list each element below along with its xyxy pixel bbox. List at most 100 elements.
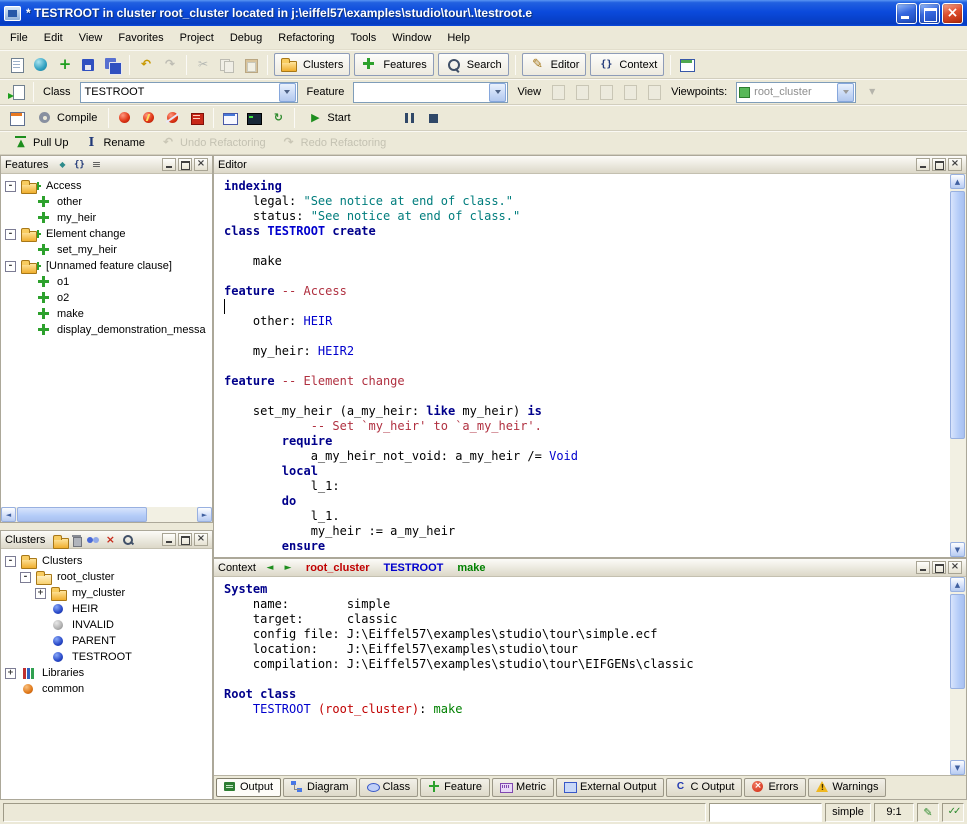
tree-item-access[interactable]: -Access bbox=[1, 178, 212, 194]
tab-diagram[interactable]: Diagram bbox=[283, 778, 357, 797]
class-combo-arrow[interactable] bbox=[279, 83, 296, 102]
menu-favorites[interactable]: Favorites bbox=[110, 28, 171, 48]
pane-minimize-button[interactable] bbox=[916, 158, 930, 171]
class-combo[interactable]: TESTROOT bbox=[80, 82, 298, 103]
collapse-toggle[interactable]: - bbox=[5, 181, 16, 192]
pane-minimize-button[interactable] bbox=[162, 533, 176, 546]
new-editor-button[interactable] bbox=[5, 53, 29, 76]
tree-item-heir[interactable]: HEIR bbox=[1, 601, 212, 617]
scroll-down-button[interactable] bbox=[950, 760, 965, 775]
project-settings-button[interactable] bbox=[5, 107, 29, 130]
menu-window[interactable]: Window bbox=[384, 28, 439, 48]
system-info-button[interactable] bbox=[218, 107, 242, 130]
features-toggle[interactable]: Features bbox=[354, 53, 433, 76]
history-back-button[interactable] bbox=[262, 561, 278, 575]
crumb-testroot[interactable]: TESTROOT bbox=[384, 562, 444, 574]
tree-item-testroot[interactable]: TESTROOT bbox=[1, 649, 212, 665]
editor-body[interactable]: indexing legal: "See notice at end of cl… bbox=[214, 174, 950, 557]
save-button[interactable] bbox=[77, 53, 101, 76]
pane-maximize-button[interactable] bbox=[178, 158, 192, 171]
tree-item-other[interactable]: other bbox=[1, 194, 212, 210]
features-tree[interactable]: -Accessothermy_heir-Element changeset_my… bbox=[1, 174, 212, 507]
pane-maximize-button[interactable] bbox=[178, 533, 192, 546]
pane-maximize-button[interactable] bbox=[932, 158, 946, 171]
menu-tools[interactable]: Tools bbox=[343, 28, 385, 48]
menu-project[interactable]: Project bbox=[172, 28, 222, 48]
scroll-thumb[interactable] bbox=[950, 191, 965, 439]
crumb-make[interactable]: make bbox=[457, 562, 485, 574]
crumb-root-cluster[interactable]: root_cluster bbox=[306, 562, 370, 574]
tree-item-libraries[interactable]: +Libraries bbox=[1, 665, 212, 681]
tab-metric[interactable]: Metric bbox=[492, 778, 554, 797]
undo-button[interactable] bbox=[134, 53, 158, 76]
context-toggle[interactable]: Context bbox=[590, 53, 664, 76]
context-body[interactable]: System name: simple target: classic conf… bbox=[214, 577, 950, 775]
tab-errors[interactable]: Errors bbox=[744, 778, 806, 797]
clusters-toggle[interactable]: Clusters bbox=[274, 53, 350, 76]
tree-item-invalid[interactable]: INVALID bbox=[1, 617, 212, 633]
tree-item-clusters[interactable]: -Clusters bbox=[1, 553, 212, 569]
tree-item-element-change[interactable]: -Element change bbox=[1, 226, 212, 242]
feature-combo[interactable] bbox=[353, 82, 508, 103]
new-class-button[interactable] bbox=[53, 53, 77, 76]
menu-help[interactable]: Help bbox=[439, 28, 478, 48]
stop-button[interactable] bbox=[422, 107, 446, 130]
tree-item-make[interactable]: make bbox=[1, 306, 212, 322]
collapse-toggle[interactable]: - bbox=[5, 229, 16, 240]
feature-combo-arrow[interactable] bbox=[489, 83, 506, 102]
editor-vscrollbar[interactable] bbox=[950, 174, 966, 557]
minimize-button[interactable] bbox=[896, 3, 917, 24]
compile-button[interactable]: Compile bbox=[29, 107, 104, 130]
rename-button[interactable]: Rename bbox=[75, 132, 152, 155]
search-toggle[interactable]: Search bbox=[438, 53, 509, 76]
remove-button[interactable] bbox=[102, 533, 118, 547]
pane-minimize-button[interactable] bbox=[162, 158, 176, 171]
pane-close-button[interactable] bbox=[948, 158, 962, 171]
new-cluster-button[interactable] bbox=[51, 533, 67, 547]
tree-item-common[interactable]: common bbox=[1, 681, 212, 697]
features-hscrollbar[interactable] bbox=[1, 507, 212, 522]
viewpoints-combo[interactable]: root_cluster bbox=[736, 82, 856, 103]
editor-toggle[interactable]: Editor bbox=[522, 53, 587, 76]
external-commands-button[interactable] bbox=[675, 53, 699, 76]
menu-refactoring[interactable]: Refactoring bbox=[270, 28, 342, 48]
tree-item-my-cluster[interactable]: +my_cluster bbox=[1, 585, 212, 601]
close-button[interactable] bbox=[942, 3, 963, 24]
tab-output[interactable]: Output bbox=[216, 778, 281, 797]
expand-toggle[interactable]: + bbox=[5, 668, 16, 679]
tree-item-o1[interactable]: o1 bbox=[1, 274, 212, 290]
classes-button[interactable] bbox=[85, 533, 101, 547]
pull-up-button[interactable]: Pull Up bbox=[5, 132, 75, 155]
open-file-button[interactable] bbox=[29, 53, 53, 76]
pane-minimize-button[interactable] bbox=[916, 561, 930, 574]
maximize-button[interactable] bbox=[919, 3, 940, 24]
tree-item-display-demonstration-messa[interactable]: display_demonstration_messa bbox=[1, 322, 212, 338]
collapse-toggle[interactable]: - bbox=[5, 261, 16, 272]
signature-button[interactable] bbox=[71, 158, 87, 172]
pane-maximize-button[interactable] bbox=[932, 561, 946, 574]
find-button[interactable] bbox=[119, 533, 135, 547]
scroll-thumb[interactable] bbox=[17, 507, 147, 522]
save-all-button[interactable] bbox=[101, 53, 125, 76]
tree-item-my-heir[interactable]: my_heir bbox=[1, 210, 212, 226]
collapse-toggle[interactable]: - bbox=[20, 572, 31, 583]
scroll-thumb[interactable] bbox=[950, 594, 965, 689]
pane-close-button[interactable] bbox=[948, 561, 962, 574]
scroll-right-button[interactable] bbox=[197, 507, 212, 522]
finalize-button[interactable] bbox=[185, 107, 209, 130]
scroll-up-button[interactable] bbox=[950, 174, 965, 189]
pane-close-button[interactable] bbox=[194, 533, 208, 546]
tab-external-output[interactable]: External Output bbox=[556, 778, 664, 797]
history-forward-button[interactable] bbox=[280, 561, 296, 575]
menu-view[interactable]: View bbox=[71, 28, 111, 48]
delete-button[interactable] bbox=[68, 533, 84, 547]
quick-melt-button[interactable] bbox=[137, 107, 161, 130]
melt-button[interactable] bbox=[113, 107, 137, 130]
freeze-button[interactable] bbox=[161, 107, 185, 130]
tree-item-unnamed-feature-clause[interactable]: -[Unnamed feature clause] bbox=[1, 258, 212, 274]
add-class-button[interactable] bbox=[5, 81, 29, 104]
viewpoints-combo-arrow[interactable] bbox=[837, 83, 854, 102]
collapse-toggle[interactable]: - bbox=[5, 556, 16, 567]
clusters-tree[interactable]: -Clusters-root_cluster+my_clusterHEIRINV… bbox=[1, 549, 212, 799]
pane-close-button[interactable] bbox=[194, 158, 208, 171]
